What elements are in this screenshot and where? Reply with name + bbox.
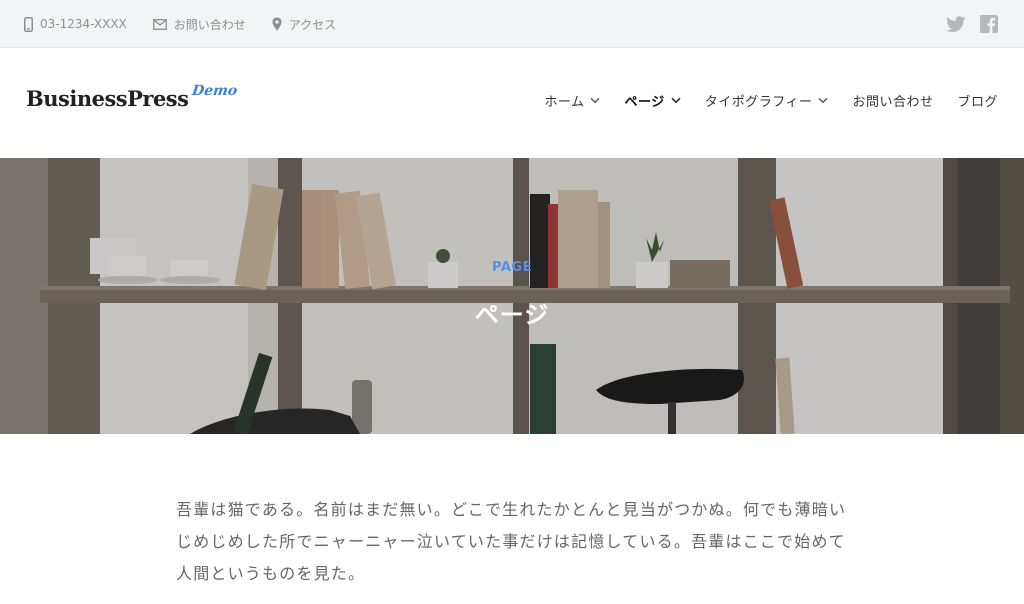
top-bar: 03-1234-XXXX お問い合わせ アクセス [0,0,1024,48]
nav-item-home[interactable]: ホーム [544,91,600,110]
nav-item-contact[interactable]: お問い合わせ [852,91,933,110]
contact-link[interactable]: お問い合わせ [152,16,246,33]
nav-item-label: ブログ [957,94,998,110]
nav-item-label: ホーム [544,94,585,110]
nav-item-label: ページ [624,94,665,110]
phone-link[interactable]: 03-1234-XXXX [24,16,127,32]
site-header: BusinessPress Demo ホーム ページ タイポグラフィー お問い合… [0,49,1024,158]
site-logo[interactable]: BusinessPress Demo [26,83,239,113]
mail-icon [152,18,167,30]
chevron-down-icon [590,97,600,103]
nav-item-blog[interactable]: ブログ [957,91,998,110]
nav-item-typography[interactable]: タイポグラフィー [705,91,829,110]
nav-item-label: お問い合わせ [852,94,934,110]
chevron-down-icon [671,97,681,103]
logo-text: BusinessPress [26,86,189,111]
hero-subtitle: PAGE [492,260,532,275]
main-nav: ホーム ページ タイポグラフィー お問い合わせ ブログ [544,49,998,151]
page-content: 吾輩は猫である。名前はまだ無い。どこで生れたかとんと見当がつかぬ。何でも薄暗いじ… [176,494,848,590]
phone-icon [24,16,33,32]
logo-demo-label: Demo [191,83,239,99]
social-links [946,0,998,48]
map-pin-icon [272,17,282,31]
page-title: ページ [474,301,550,329]
chevron-down-icon [818,97,828,103]
nav-item-page[interactable]: ページ [624,91,681,110]
access-label: アクセス [288,17,337,32]
page-hero: PAGE ページ [0,158,1024,434]
body-paragraph: 吾輩は猫である。名前はまだ無い。どこで生れたかとんと見当がつかぬ。何でも薄暗いじ… [176,500,847,583]
contact-label: お問い合わせ [173,17,246,32]
access-link[interactable]: アクセス [272,16,336,33]
twitter-icon[interactable] [946,15,966,33]
nav-item-label: タイポグラフィー [704,94,813,110]
phone-number: 03-1234-XXXX [40,17,127,31]
facebook-icon[interactable] [980,15,998,33]
contact-info: 03-1234-XXXX お問い合わせ アクセス [24,0,336,48]
